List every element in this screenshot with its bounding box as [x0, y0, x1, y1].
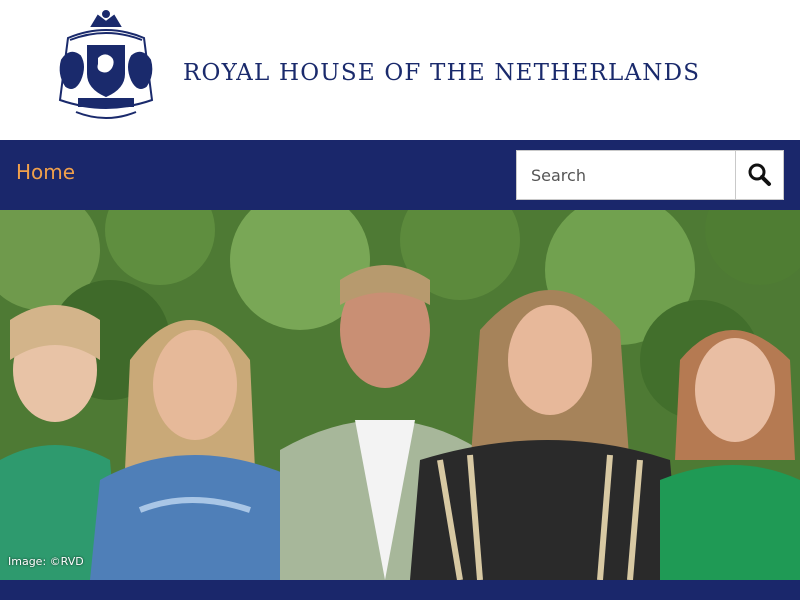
search-button[interactable]	[735, 151, 783, 199]
bottom-bar	[0, 580, 800, 600]
search-input[interactable]	[517, 151, 737, 199]
search-form	[516, 150, 784, 200]
nav-home-link[interactable]: Home	[16, 160, 75, 184]
site-header: ROYAL HOUSE OF THE NETHERLANDS	[0, 0, 800, 140]
hero-image: Image: ©RVD	[0, 210, 800, 580]
search-icon	[748, 163, 771, 186]
image-credit: Image: ©RVD	[8, 555, 84, 568]
coat-of-arms-logo[interactable]	[48, 8, 164, 128]
royal-family-photo	[0, 210, 800, 580]
site-title[interactable]: ROYAL HOUSE OF THE NETHERLANDS	[183, 60, 700, 86]
